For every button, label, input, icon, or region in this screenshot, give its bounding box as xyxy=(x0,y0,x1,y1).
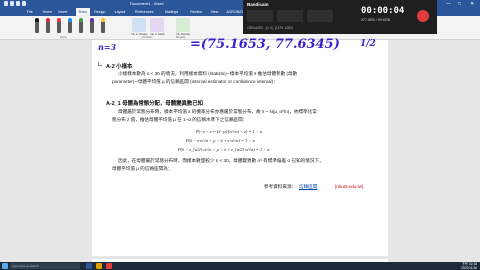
document-page[interactable]: n=3 =(75.1653, 77.6345) 1/2 A-2 小樣本 小樣樣本… xyxy=(92,37,388,256)
pen-tool[interactable] xyxy=(45,18,51,36)
pen-tool[interactable] xyxy=(100,18,106,36)
section-heading-known-variance: A-2_1 母體為常態分配，母體變異數已知 xyxy=(106,101,204,107)
pen-tool[interactable] xyxy=(78,18,84,36)
section-heading-small-sample: A-2 小樣本 xyxy=(106,64,133,70)
formula-line: P(−z < z = (x̄−μ)/(σ/√n) < z) = 1 − α xyxy=(196,129,263,134)
explorer-taskbar-icon[interactable] xyxy=(96,263,102,269)
recorder-taskbar-icon[interactable] xyxy=(106,263,112,269)
paragraph-line: 因此，在母體屬於常態分布時，而樣本數量較少 n < 30，母體變異數 σ² 有標… xyxy=(118,158,324,163)
paragraph-line: 母體屬於常態分布時，樣本平均值 x̄ 的機率分布亦應屬於常態分布，故 x̄ ~ … xyxy=(118,109,317,114)
recording-timer: 00:00:04 xyxy=(361,6,405,16)
handwritten-interval: =(75.1653, 77.6345) xyxy=(190,37,340,52)
recording-size: 577.6KB / 99.8GB xyxy=(361,18,390,22)
window-title: Document1 - Word xyxy=(130,1,164,6)
formula-line: P(x̄ − z·σ/√n < μ < x̄ + z·σ/√n) = 1 − α xyxy=(186,138,255,143)
ribbon-tab-draw[interactable]: Draw xyxy=(75,8,90,16)
recorder-tab-game[interactable] xyxy=(277,10,303,22)
ribbon-tab-file[interactable]: File xyxy=(24,8,36,16)
convert-group-label: Convert xyxy=(142,35,153,39)
paragraph-line: 母體平均值 μ 的信賴區間為： xyxy=(112,166,173,171)
ink-to-math-button[interactable] xyxy=(150,18,164,32)
clock-date: 2021/11/16 xyxy=(461,266,477,270)
margin-corner-mark xyxy=(98,62,102,66)
paragraph-line: 態分布 z 值，推估母體平均值 μ 在 1−α 的信賴水準下之信賴區間： xyxy=(112,117,248,122)
reference-site[interactable]: [nkust.edu.tw] xyxy=(335,184,363,189)
paragraph-line: parameter)─母體平均值 μ 的信賴區間 (interval estim… xyxy=(112,79,278,84)
ink-replay-button[interactable] xyxy=(176,18,190,32)
pen-tool[interactable] xyxy=(67,18,73,36)
recorder-panel: Bandicam 00:00:04 577.6KB / 99.8GB 1920x… xyxy=(243,0,437,34)
recorder-tab-screen[interactable] xyxy=(247,10,273,22)
undo-icon[interactable] xyxy=(16,1,20,6)
pens-group-label: Pens xyxy=(60,35,67,39)
reference-link[interactable]: 信賴區間 xyxy=(299,184,317,190)
pen-tool[interactable] xyxy=(34,18,40,36)
redo-icon[interactable] xyxy=(22,1,26,6)
search-box[interactable]: Type here to search xyxy=(10,263,80,269)
recorder-tab-device[interactable] xyxy=(307,10,333,22)
ribbon-tab-mailings[interactable]: Mailings xyxy=(162,8,181,16)
ribbon-tab-home[interactable]: Home xyxy=(40,8,56,16)
stop-record-button[interactable] xyxy=(417,10,429,22)
reference-label: 參考資料來源： xyxy=(264,184,297,189)
ribbon-tab-view[interactable]: View xyxy=(208,8,222,16)
recording-region-info: 1920x1080 - (0, 0), (1279, 1080) xyxy=(247,26,293,30)
ribbon-tab-layout[interactable]: Layout xyxy=(112,8,129,16)
handwritten-note-right: 1/2 xyxy=(360,39,376,49)
ink-to-shape-button[interactable] xyxy=(132,18,146,32)
ribbon-tab-design[interactable]: Design xyxy=(91,8,108,16)
autosave-icon[interactable] xyxy=(4,1,8,6)
pen-tool[interactable] xyxy=(56,18,62,36)
system-clock[interactable]: 下午 02:18 2021/11/16 xyxy=(461,262,477,270)
word-taskbar-icon[interactable] xyxy=(86,263,92,269)
taskbar: Type here to search 下午 02:18 2021/11/16 xyxy=(0,262,480,270)
pen-tool[interactable] xyxy=(89,18,95,36)
close-button[interactable]: ✕ xyxy=(470,1,474,7)
save-icon[interactable] xyxy=(10,1,14,6)
ribbon-tab-insert[interactable]: Insert xyxy=(55,8,70,16)
ribbon-tab-references[interactable]: References xyxy=(132,8,156,16)
start-icon[interactable] xyxy=(2,263,8,269)
paragraph-line: 小樣樣本數為 n < 30 的情況，利用樣本資料 (statistic)─樣本平… xyxy=(118,71,298,76)
maximize-button[interactable]: □ xyxy=(458,1,461,7)
formula-line: P(x̄ − z_{α/2}·σ/√n < μ < x̄ + z_{α/2}·σ… xyxy=(178,147,270,152)
ribbon-tab-review[interactable]: Review xyxy=(187,8,205,16)
replay-group-label: Replay xyxy=(176,35,186,39)
handwritten-note-left: n=3 xyxy=(98,42,117,52)
recorder-title: Bandicam xyxy=(247,2,269,7)
minimize-button[interactable]: — xyxy=(446,1,451,7)
